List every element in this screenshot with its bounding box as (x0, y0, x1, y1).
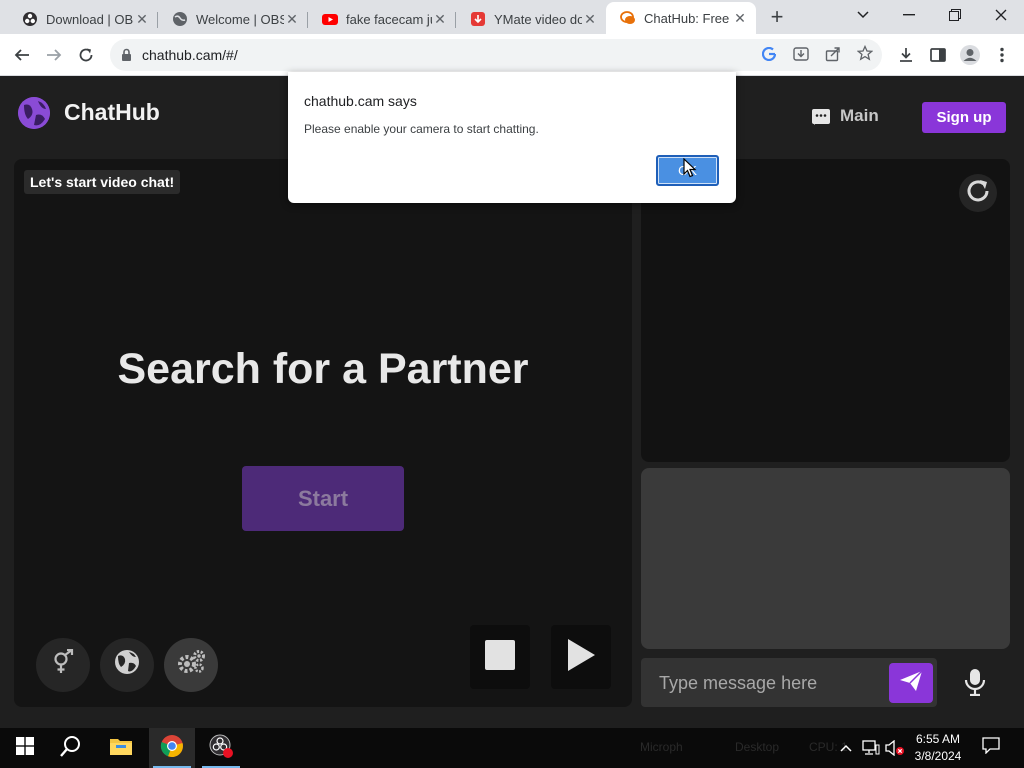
tab-ymate[interactable]: YMate video do ✕ (456, 4, 606, 34)
file-explorer-button[interactable] (98, 728, 144, 768)
action-center-button[interactable] (978, 736, 1004, 760)
tab-chathub[interactable]: ChatHub: Free F ✕ (606, 2, 756, 34)
dialog-title: chathub.cam says (304, 93, 417, 109)
volume-muted-icon[interactable] (884, 738, 906, 758)
play-icon (566, 638, 596, 677)
dialog-message: Please enable your camera to start chatt… (304, 122, 539, 136)
partner-video-panel (641, 159, 1010, 462)
tray-chevron-up-icon[interactable] (836, 738, 856, 758)
close-window-button[interactable] (978, 0, 1024, 30)
downloads-icon[interactable] (892, 41, 920, 69)
network-icon[interactable] (860, 738, 882, 758)
close-icon[interactable]: ✕ (432, 11, 448, 28)
message-placeholder: Type message here (659, 673, 818, 693)
tab-search-icon[interactable] (840, 0, 886, 30)
install-app-icon[interactable] (793, 46, 809, 67)
profile-avatar-icon[interactable] (956, 41, 984, 69)
gender-icon (51, 648, 75, 682)
start-menu-button[interactable] (2, 728, 48, 768)
gears-icon (176, 649, 206, 682)
chathub-logo-icon[interactable] (18, 97, 50, 129)
clock-time: 6:55 AM (915, 732, 961, 746)
stop-square-icon (485, 639, 515, 675)
stop-button[interactable] (470, 625, 530, 689)
back-button[interactable] (8, 41, 36, 69)
start-button[interactable]: Start (242, 466, 404, 531)
clock-date: 3/8/2024 (914, 749, 962, 763)
chat-messages-panel (641, 468, 1010, 649)
search-partner-heading: Search for a Partner (117, 345, 529, 393)
globe-icon (172, 11, 188, 27)
local-video-panel: Let's start video chat! Search for a Par… (14, 159, 632, 707)
ymate-icon (470, 11, 486, 27)
tab-youtube[interactable]: fake facecam ju ✕ (308, 4, 456, 34)
close-icon[interactable]: ✕ (732, 10, 748, 27)
chathub-icon (620, 10, 636, 26)
ghost-label: Microph (640, 740, 683, 754)
tab-download-obs[interactable]: Download | OBS ✕ (8, 4, 158, 34)
lock-icon[interactable] (121, 48, 132, 67)
globe-icon (114, 649, 140, 682)
tab-strip: Download | OBS ✕ Welcome | OBS ✕ fake fa… (0, 0, 1024, 34)
reload-button[interactable] (72, 41, 100, 69)
brand-name[interactable]: ChatHub (64, 99, 160, 126)
tab-title: Welcome | OBS (196, 11, 284, 27)
sign-up-button[interactable]: Sign up (922, 102, 1006, 133)
forward-button[interactable] (40, 41, 68, 69)
settings-button[interactable] (164, 638, 218, 692)
obs-recording-icon (208, 733, 234, 764)
close-icon[interactable]: ✕ (134, 11, 150, 28)
minimize-button[interactable] (886, 0, 932, 30)
microphone-button[interactable] (960, 667, 990, 701)
windows-taskbar: Microph Desktop CPU: 1 6:55 AM 3/8/2024 (0, 728, 1024, 768)
chrome-icon (160, 734, 184, 763)
youtube-icon (322, 11, 338, 27)
next-play-button[interactable] (551, 625, 611, 689)
message-input[interactable]: Type message here (641, 658, 937, 707)
close-icon[interactable]: ✕ (582, 11, 598, 28)
mouse-cursor-icon (683, 158, 697, 178)
send-button[interactable] (889, 663, 933, 703)
windows-logo-icon (16, 736, 34, 760)
close-icon[interactable]: ✕ (284, 11, 300, 28)
obs-taskbar-button[interactable] (198, 728, 244, 768)
new-tab-button[interactable]: + (764, 6, 790, 28)
tab-welcome-obs[interactable]: Welcome | OBS ✕ (158, 4, 308, 34)
country-filter-button[interactable] (100, 638, 154, 692)
search-icon (60, 735, 82, 762)
main-nav-link[interactable]: Main (812, 106, 879, 126)
alert-dialog: chathub.cam says Please enable your came… (288, 72, 736, 203)
google-icon[interactable] (761, 46, 777, 66)
menu-kebab-icon[interactable] (988, 41, 1016, 69)
obs-icon (22, 11, 38, 27)
bookmark-star-icon[interactable] (856, 44, 874, 66)
notification-icon (982, 737, 1000, 759)
chat-bubble-icon (812, 108, 830, 125)
url-text: chathub.cam/#/ (142, 47, 238, 63)
microphone-icon (964, 668, 986, 701)
main-nav-label: Main (840, 106, 879, 125)
browser-toolbar: chathub.cam/#/ (0, 34, 1024, 76)
tab-title: Download | OBS (46, 11, 134, 27)
tab-title: YMate video do (494, 11, 582, 27)
paper-plane-icon (899, 669, 923, 697)
side-panel-icon[interactable] (924, 41, 952, 69)
taskbar-search-button[interactable] (48, 728, 94, 768)
ghost-label: Desktop (735, 740, 780, 754)
restore-button[interactable] (932, 0, 978, 30)
refresh-icon (965, 178, 991, 209)
tab-title: fake facecam ju (346, 11, 432, 27)
address-bar[interactable]: chathub.cam/#/ (110, 39, 882, 71)
switch-camera-button[interactable] (959, 174, 997, 212)
gender-filter-button[interactable] (36, 638, 90, 692)
tab-title: ChatHub: Free F (644, 10, 732, 26)
folder-icon (109, 736, 133, 761)
clock[interactable]: 6:55 AM 3/8/2024 (905, 731, 971, 765)
chrome-taskbar-button[interactable] (149, 728, 195, 768)
video-chat-label: Let's start video chat! (24, 170, 181, 194)
share-icon[interactable] (825, 46, 841, 67)
